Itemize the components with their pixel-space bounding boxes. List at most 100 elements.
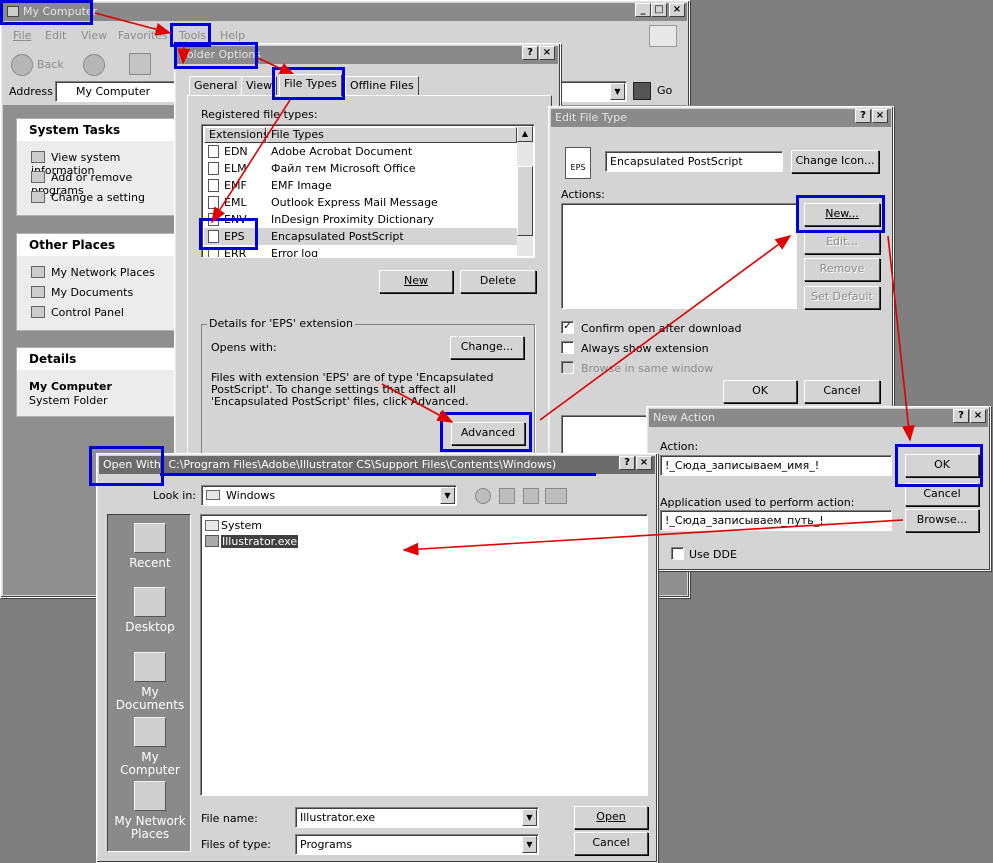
file-type-row[interactable]: ELM Файл тем Microsoft Office: [204, 160, 517, 177]
add-remove-icon: [31, 171, 45, 183]
help-button[interactable]: ?: [522, 46, 538, 60]
file-type-row[interactable]: EDN Adobe Acrobat Document: [204, 143, 517, 160]
minimize-button[interactable]: _: [635, 3, 651, 17]
browse-label: Browse...: [916, 513, 968, 526]
use-dde-checkbox[interactable]: [671, 547, 684, 560]
col-extensions[interactable]: Extensions: [204, 127, 269, 143]
files-of-type-value: Programs: [300, 838, 353, 851]
help-button[interactable]: ?: [619, 456, 635, 470]
browse-button[interactable]: Browse...: [905, 509, 979, 532]
confirm-open-checkbox[interactable]: ✓: [561, 321, 574, 334]
file-item-illustrator[interactable]: Illustrator.exe: [205, 535, 299, 548]
delete-button[interactable]: Delete: [460, 270, 536, 293]
close-button[interactable]: ×: [669, 3, 685, 17]
new-action-dialog: New Action ? × Action: !_Сюда_записываем…: [646, 406, 991, 571]
tab-file-types[interactable]: File Types: [279, 74, 342, 96]
places-bar: Recent Desktop My Documents My Computer …: [107, 514, 191, 852]
highlight-new-action-button: [796, 195, 885, 233]
files-of-type-dropdown-arrow[interactable]: ▼: [522, 836, 537, 853]
forward-arrow-icon[interactable]: [83, 54, 105, 76]
computer-icon: [134, 717, 166, 747]
list-scrollbar[interactable]: ▲: [517, 126, 533, 256]
back-arrow-icon[interactable]: [475, 488, 491, 504]
file-browser[interactable]: System Illustrator.exe: [200, 514, 648, 796]
details-pane: Details My Computer System Folder: [16, 347, 178, 417]
task-change-setting[interactable]: Change a setting: [31, 191, 145, 204]
scroll-thumb[interactable]: [517, 166, 533, 236]
close-button[interactable]: ×: [636, 456, 652, 470]
open-with-dialog: Open With C:\Program Files\Adobe\Illustr…: [96, 453, 658, 863]
actions-list[interactable]: [561, 203, 797, 309]
change-icon-button[interactable]: Change Icon...: [791, 150, 879, 173]
always-show-checkbox[interactable]: [561, 341, 574, 354]
look-in-combo[interactable]: Windows ▼: [201, 485, 457, 506]
place-documents[interactable]: My Documents: [31, 286, 133, 299]
remove-action-button[interactable]: Remove: [804, 258, 880, 281]
menu-favorites[interactable]: Favorites: [118, 29, 168, 42]
other-places-title: Other Places: [17, 234, 177, 256]
menu-edit[interactable]: Edit: [45, 29, 66, 42]
col-file-types[interactable]: File Types: [266, 127, 517, 143]
menu-help[interactable]: Help: [220, 29, 245, 42]
file-name-combo[interactable]: Illustrator.exe ▼: [295, 807, 539, 828]
action-field[interactable]: !_Сюда_записываем_имя_!: [660, 455, 892, 476]
place-my-documents[interactable]: My Documents: [110, 652, 190, 712]
open-button[interactable]: Open: [574, 806, 648, 829]
tab-general[interactable]: General: [189, 76, 243, 96]
file-type-extension: EDN: [224, 145, 248, 158]
app-path-field[interactable]: !_Сюда_записываем_путь_!: [660, 510, 892, 531]
remove-action-label: Remove: [819, 262, 865, 275]
new-button[interactable]: New: [379, 270, 453, 293]
go-button[interactable]: Go: [633, 81, 683, 102]
tab-offline-files[interactable]: Offline Files: [345, 76, 419, 96]
back-button[interactable]: Back: [9, 53, 79, 77]
menu-view[interactable]: View: [81, 29, 107, 42]
open-with-titlebar[interactable]: Open With C:\Program Files\Adobe\Illustr…: [99, 456, 655, 474]
file-item-system[interactable]: System: [205, 519, 262, 532]
place-network[interactable]: My Network Places: [31, 266, 155, 279]
close-button[interactable]: ×: [872, 109, 888, 123]
new-label: New: [404, 274, 428, 287]
cancel-button[interactable]: Cancel: [804, 380, 880, 403]
highlight-path-underline: [160, 473, 596, 476]
place-recent[interactable]: Recent: [110, 523, 190, 570]
place-my-computer[interactable]: My Computer: [110, 717, 190, 777]
cancel-button[interactable]: Cancel: [574, 832, 648, 855]
browse-same-checkbox[interactable]: [561, 361, 574, 374]
files-of-type-combo[interactable]: Programs ▼: [295, 834, 539, 855]
other-places-pane: Other Places My Network Places My Docume…: [16, 233, 178, 331]
file-type-icon: [208, 179, 219, 192]
up-folder-icon[interactable]: [499, 488, 515, 504]
help-button[interactable]: ?: [953, 409, 969, 423]
edit-action-button[interactable]: Edit...: [804, 231, 880, 254]
file-type-name-field[interactable]: Encapsulated PostScript: [605, 151, 783, 172]
place-control-panel-label: Control Panel: [51, 306, 124, 319]
place-control-panel[interactable]: Control Panel: [31, 306, 124, 319]
ok-button[interactable]: OK: [723, 380, 797, 403]
my-computer-titlebar[interactable]: My Computer: [3, 3, 687, 21]
set-default-button[interactable]: Set Default: [804, 286, 880, 309]
address-dropdown-arrow[interactable]: ▼: [610, 83, 625, 100]
menu-file[interactable]: File: [13, 29, 31, 42]
file-name-dropdown-arrow[interactable]: ▼: [522, 809, 537, 826]
browse-same-label: Browse in same window: [581, 362, 714, 375]
file-type-row[interactable]: EML Outlook Express Mail Message: [204, 194, 517, 211]
view-menu-icon[interactable]: [545, 488, 567, 504]
opens-with-label: Opens with:: [211, 341, 277, 354]
maximize-button[interactable]: □: [651, 3, 667, 17]
new-action-titlebar[interactable]: New Action: [649, 409, 988, 427]
new-folder-icon[interactable]: [523, 488, 539, 504]
cancel-label: Cancel: [823, 384, 861, 397]
place-network[interactable]: My Network Places: [110, 781, 190, 841]
scroll-up-arrow[interactable]: ▲: [517, 126, 533, 142]
place-desktop[interactable]: Desktop: [110, 587, 190, 634]
help-button[interactable]: ?: [855, 109, 871, 123]
close-button[interactable]: ×: [970, 409, 986, 423]
look-in-dropdown-arrow[interactable]: ▼: [440, 487, 455, 504]
folder-icon: [205, 520, 219, 531]
file-type-row[interactable]: EMF EMF Image: [204, 177, 517, 194]
close-button[interactable]: ×: [539, 46, 555, 60]
change-button[interactable]: Change...: [450, 336, 524, 359]
up-folder-icon[interactable]: [129, 53, 151, 75]
edit-file-type-titlebar[interactable]: Edit File Type: [551, 109, 891, 127]
